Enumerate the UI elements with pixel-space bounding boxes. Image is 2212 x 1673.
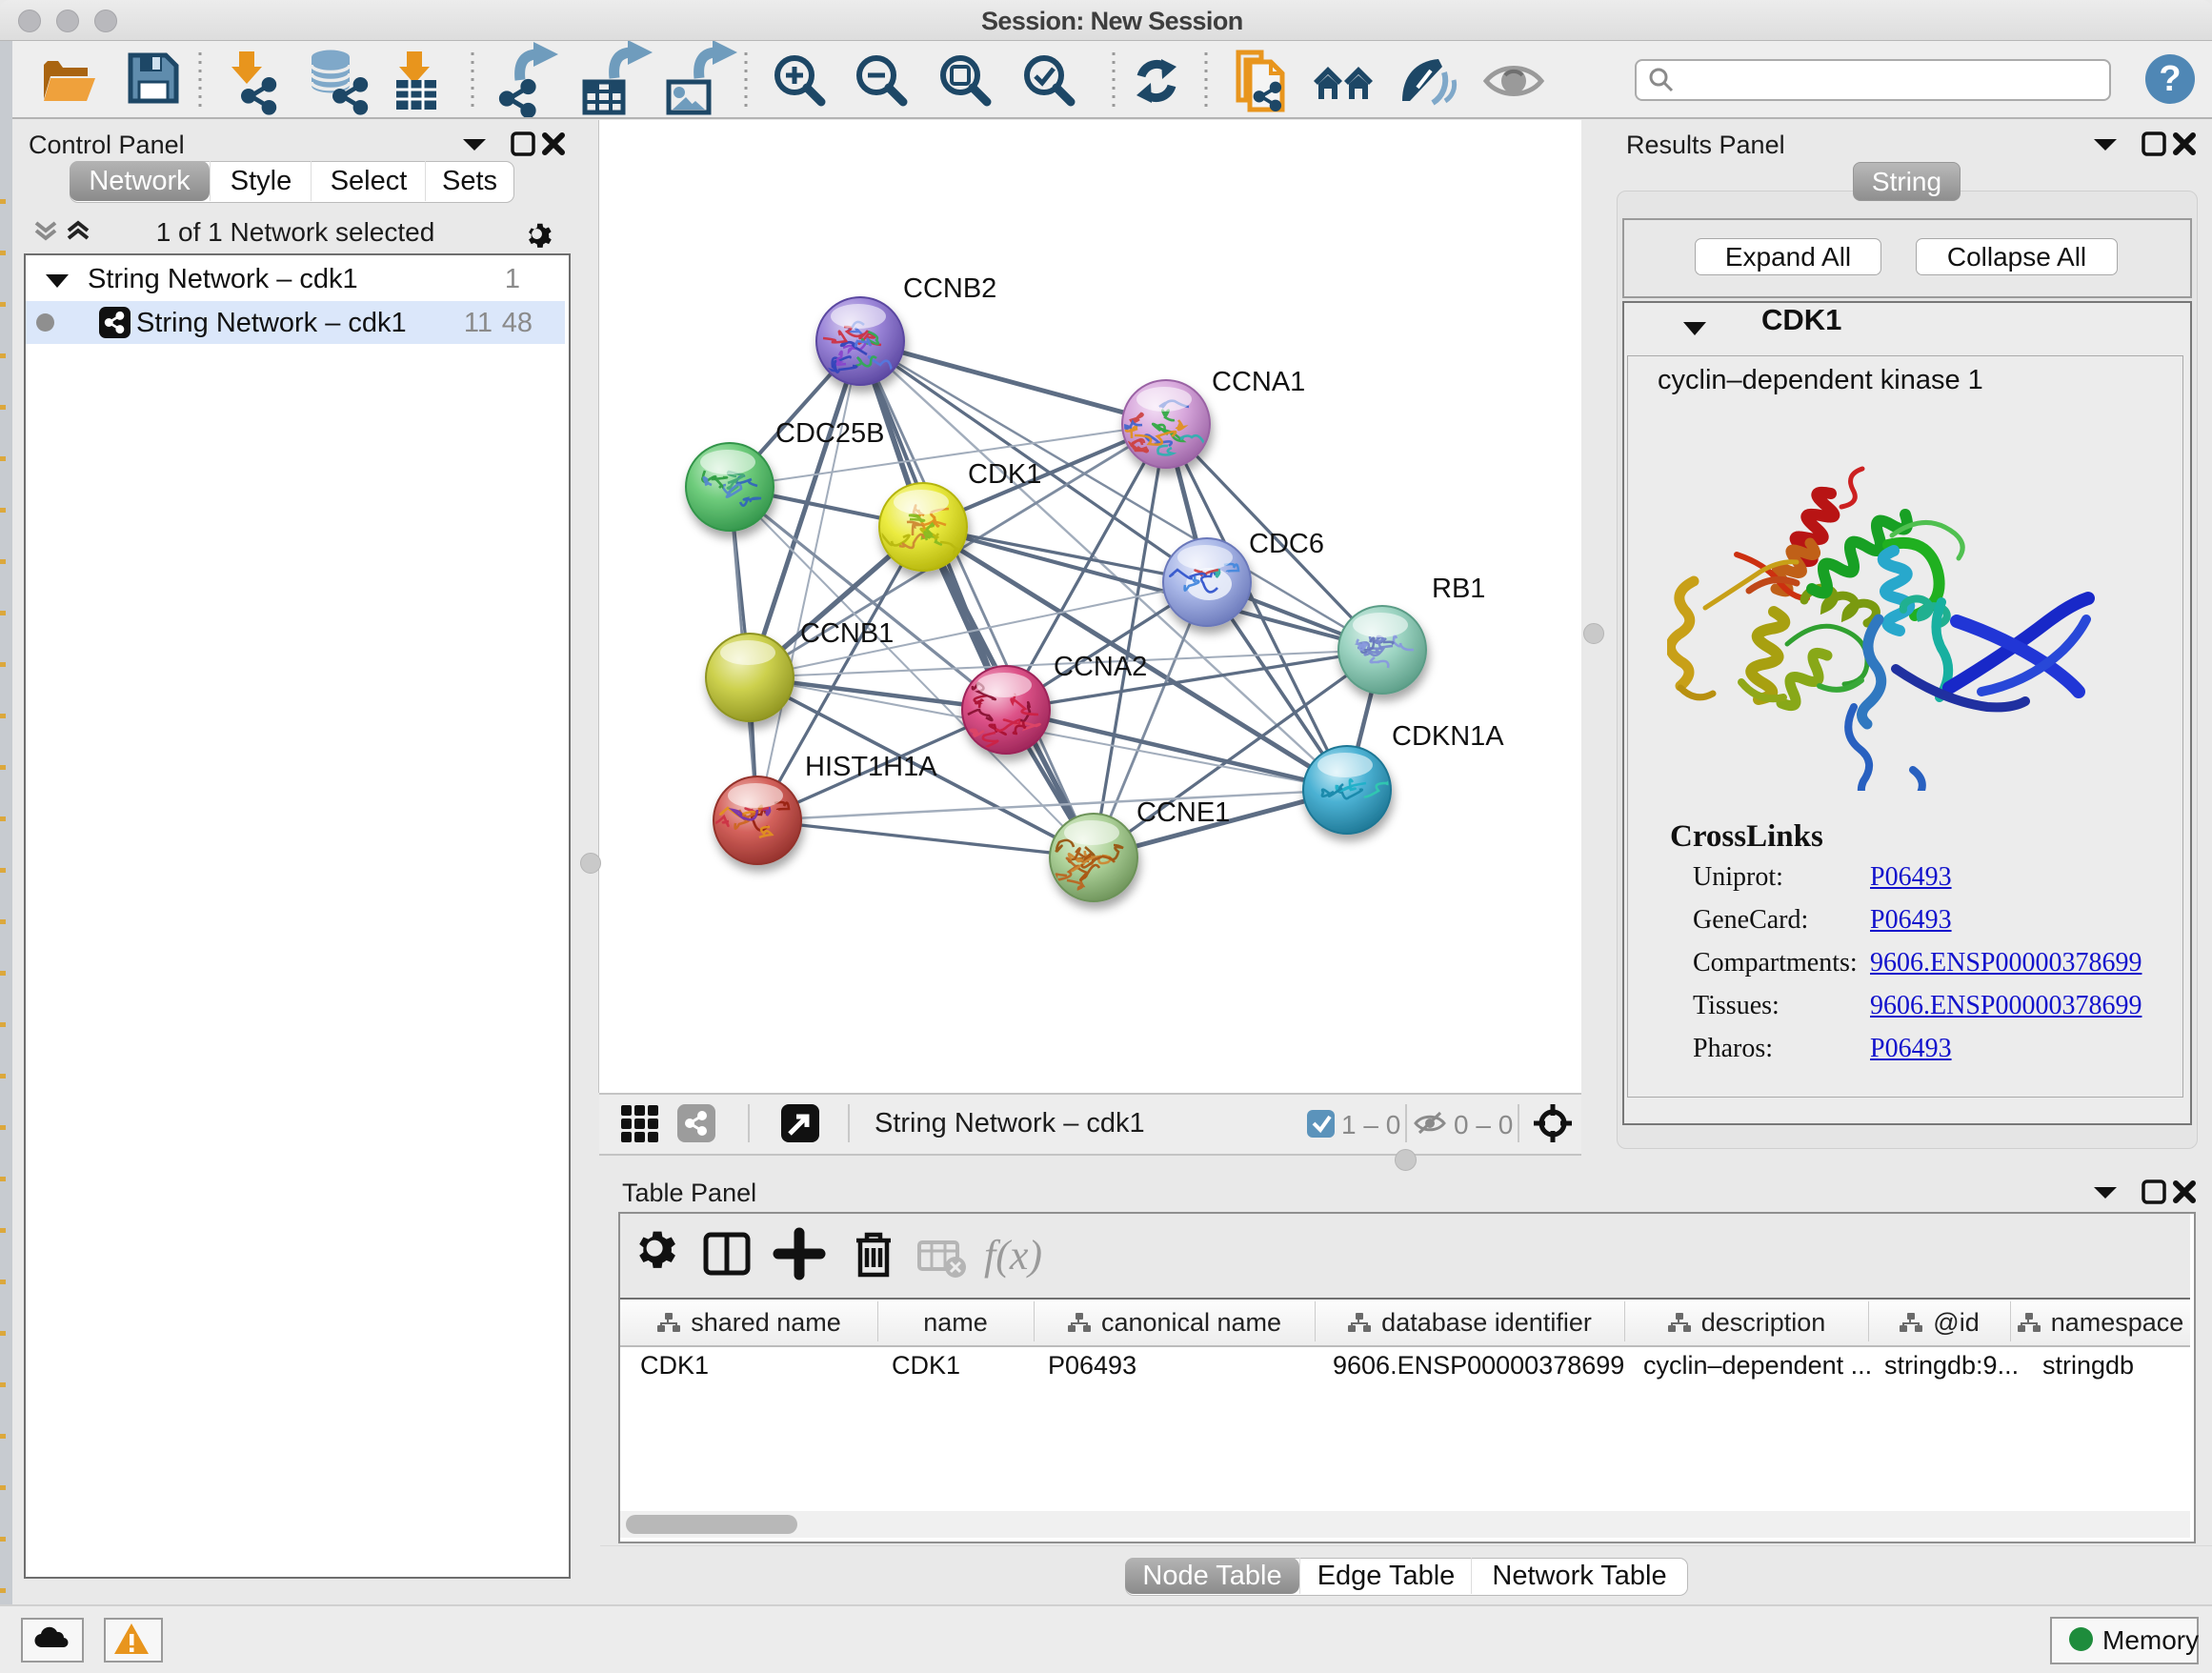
svg-text:CDKN1A: CDKN1A [1392,721,1504,752]
svg-text:CCNE1: CCNE1 [1136,797,1230,828]
svg-text:f(x): f(x) [984,1232,1042,1279]
svg-text:CCNA2: CCNA2 [1054,652,1147,682]
svg-text:RB1: RB1 [1432,574,1485,604]
svg-text:CCNA1: CCNA1 [1212,367,1305,397]
svg-text:HIST1H1A: HIST1H1A [805,752,937,782]
svg-text:1 – 0: 1 – 0 [1341,1110,1400,1139]
svg-text:CCNB2: CCNB2 [903,273,996,304]
svg-text:CCNB1: CCNB1 [800,618,894,649]
svg-text:CDK1: CDK1 [968,459,1041,490]
svg-text:CDC6: CDC6 [1249,529,1324,559]
svg-text:0 – 0: 0 – 0 [1454,1110,1513,1139]
svg-text:CDC25B: CDC25B [775,418,884,449]
